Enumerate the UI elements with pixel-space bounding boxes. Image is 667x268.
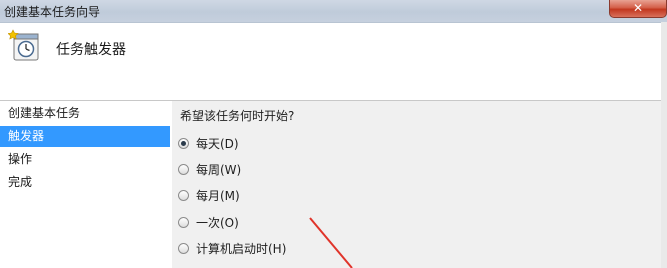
radio-once[interactable] [178, 217, 189, 228]
wizard-header: 任务触发器 [0, 23, 667, 99]
wizard-steps-pane: 创建基本任务 触发器 操作 完成 [0, 101, 172, 268]
option-monthly-label: 每月(M) [196, 189, 240, 203]
calendar-clock-icon [8, 29, 39, 61]
radio-daily[interactable] [178, 138, 189, 149]
radio-weekly[interactable] [178, 164, 189, 175]
option-weekly-label: 每周(W) [196, 163, 242, 177]
step-action[interactable]: 操作 [0, 149, 172, 170]
radio-monthly[interactable] [178, 190, 189, 201]
window-edge-scrollbar[interactable] [661, 22, 667, 268]
option-once-label: 一次(O) [196, 216, 239, 230]
step-finish[interactable]: 完成 [0, 172, 172, 193]
option-at-startup-label: 计算机启动时(H) [196, 242, 287, 256]
page-title: 任务触发器 [56, 42, 126, 58]
step-create-basic-task[interactable]: 创建基本任务 [0, 103, 172, 124]
radio-at-startup[interactable] [178, 243, 189, 254]
step-trigger[interactable]: 触发器 [0, 126, 170, 147]
option-daily-label: 每天(D) [196, 137, 239, 151]
trigger-question: 希望该任务何时开始? [180, 109, 295, 123]
title-bar: 创建基本任务向导 ✕ [0, 0, 667, 23]
window-title: 创建基本任务向导 [4, 5, 101, 19]
close-button[interactable]: ✕ [609, 0, 667, 18]
trigger-options-pane: 希望该任务何时开始? 每天(D) 每周(W) 每月(M) 一次(O) 计算机启动… [172, 101, 667, 268]
close-icon: ✕ [632, 1, 644, 15]
